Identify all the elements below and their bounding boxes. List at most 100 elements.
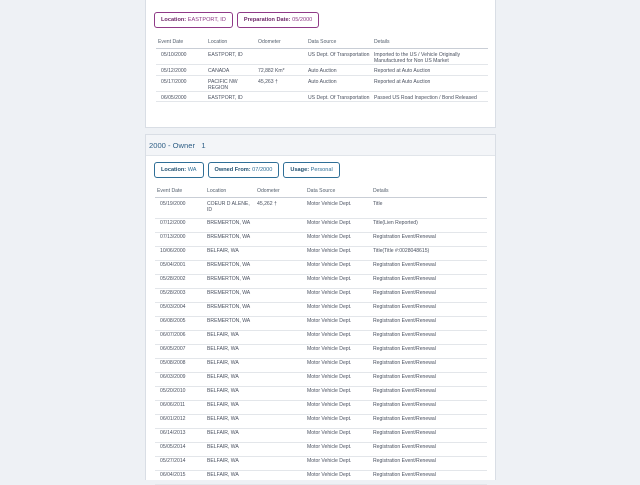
owner-section-title: 2000 - Owner 1 <box>149 141 206 150</box>
table-row: 05/12/2000 CANADA 72,882 Km* Auto Auction Re… <box>156 64 488 76</box>
odometer-cell <box>255 274 305 289</box>
odometer-cell: 45,263 † <box>256 75 306 93</box>
details-cell: Registration Event/Renewal <box>371 414 487 429</box>
details-cell: Registration Event/Renewal <box>371 260 487 275</box>
table-row: 10/06/2000 BELFAIR, WA Motor Vehicle Dept.… <box>155 246 487 261</box>
event-date-cell: 05/17/2000 <box>156 75 206 93</box>
location-cell: CANADA <box>206 64 256 76</box>
col-header-details: Details <box>372 37 488 49</box>
location-cell: BELFAIR, WA <box>205 456 255 471</box>
location-cell: BELFAIR, WA <box>205 330 255 345</box>
table-row: 05/20/2010 BELFAIR, WA Motor Vehicle Dept.… <box>155 386 487 401</box>
data-source-cell: Auto Auction <box>306 75 372 93</box>
table-row: 06/06/2011 BELFAIR, WA Motor Vehicle Dept.… <box>155 400 487 415</box>
event-date-cell: 06/14/2013 <box>155 428 205 443</box>
location-cell: BREMERTON, WA <box>205 232 255 247</box>
table-row: 05/08/2008 BELFAIR, WA Motor Vehicle Dept.… <box>155 358 487 373</box>
details-cell: Title <box>371 197 487 219</box>
location-cell: BREMERTON, WA <box>205 302 255 317</box>
details-cell: Registration Event/Renewal <box>371 274 487 289</box>
col-header-location: Location <box>206 37 256 49</box>
odometer-cell <box>255 288 305 303</box>
table-row: 06/03/2009 BELFAIR, WA Motor Vehicle Dept.… <box>155 372 487 387</box>
odometer-cell <box>255 302 305 317</box>
table-header-row: Event Date Location Odometer Data Source… <box>156 37 488 49</box>
location-cell: EASTPORT, ID <box>206 48 256 66</box>
table-row: 06/08/2005 BREMERTON, WA Motor Vehicle Dep… <box>155 316 487 331</box>
event-date-cell: 05/08/2008 <box>155 358 205 373</box>
odometer-cell <box>255 442 305 457</box>
col-header-event-date: Event Date <box>155 186 205 198</box>
location-cell: BREMERTON, WA <box>205 260 255 275</box>
location-cell: EASTPORT, ID <box>206 91 256 103</box>
odometer-cell <box>255 386 305 401</box>
data-source-cell: Motor Vehicle Dept. <box>305 288 371 303</box>
location-cell: BREMERTON, WA <box>205 288 255 303</box>
event-date-cell: 05/28/2002 <box>155 274 205 289</box>
data-source-cell: US Dept. Of Transportation <box>306 91 372 103</box>
details-cell: Registration Event/Renewal <box>371 456 487 471</box>
table-row: 05/03/2004 BREMERTON, WA Motor Vehicle Dep… <box>155 302 487 317</box>
location-tag: Location: EASTPORT, ID <box>154 12 233 28</box>
table-row: 05/05/2014 BELFAIR, WA Motor Vehicle Dept.… <box>155 442 487 457</box>
table-row: 06/05/2000 EASTPORT, ID US Dept. Of Transp… <box>156 91 488 103</box>
details-cell: Passed US Road Inspection / Bond Release… <box>372 91 488 103</box>
details-cell: Registration Event/Renewal <box>371 232 487 247</box>
odometer-cell <box>255 358 305 373</box>
event-date-cell: 05/04/2001 <box>155 260 205 275</box>
table-row: 05/28/2003 BREMERTON, WA Motor Vehicle Dep… <box>155 288 487 303</box>
data-source-cell: Motor Vehicle Dept. <box>305 386 371 401</box>
table-row: 05/27/2014 BELFAIR, WA Motor Vehicle Dept.… <box>155 456 487 471</box>
event-date-cell: 05/03/2004 <box>155 302 205 317</box>
table-row: 06/05/2007 BELFAIR, WA Motor Vehicle Dept.… <box>155 344 487 359</box>
details-cell: Registration Event/Renewal <box>371 372 487 387</box>
owner-section-header[interactable]: 2000 - Owner 1 <box>146 135 495 156</box>
odometer-cell <box>255 470 305 485</box>
col-header-odometer: Odometer <box>256 37 306 49</box>
odometer-cell <box>255 330 305 345</box>
table-row: 06/01/2012 BELFAIR, WA Motor Vehicle Dept.… <box>155 414 487 429</box>
table-row: 05/19/2000 COEUR D ALENE, ID 45,262 † Motor… <box>155 197 487 219</box>
data-source-cell: Motor Vehicle Dept. <box>305 274 371 289</box>
owner-event-table: Event Date Location Odometer Data Source… <box>155 186 487 485</box>
details-cell: Registration Event/Renewal <box>371 428 487 443</box>
event-date-cell: 06/04/2015 <box>155 470 205 485</box>
event-date-cell: 05/20/2010 <box>155 386 205 401</box>
preparation-event-rows: 05/10/2000 EASTPORT, ID US Dept. Of Transp… <box>156 48 488 103</box>
table-row: 05/28/2002 BREMERTON, WA Motor Vehicle Dep… <box>155 274 487 289</box>
location-cell: BELFAIR, WA <box>205 470 255 485</box>
event-date-cell: 05/12/2000 <box>156 64 206 76</box>
table-row: 05/10/2000 EASTPORT, ID US Dept. Of Transp… <box>156 48 488 66</box>
odometer-cell <box>255 344 305 359</box>
owner-location-tag: Location: WA <box>154 162 204 178</box>
event-date-cell: 07/12/2000 <box>155 218 205 233</box>
data-source-cell: Motor Vehicle Dept. <box>305 400 371 415</box>
event-date-cell: 05/19/2000 <box>155 197 205 219</box>
data-source-cell: Motor Vehicle Dept. <box>305 302 371 317</box>
event-date-cell: 06/07/2006 <box>155 330 205 345</box>
details-cell: Reported at Auto Auction <box>372 64 488 76</box>
odometer-cell <box>255 456 305 471</box>
preparation-tag-group: Location: EASTPORT, ID Preparation Date:… <box>154 12 320 28</box>
location-cell: BELFAIR, WA <box>205 246 255 261</box>
odometer-cell <box>256 48 306 66</box>
event-date-cell: 05/05/2014 <box>155 442 205 457</box>
details-cell: Registration Event/Renewal <box>371 288 487 303</box>
details-cell: Registration Event/Renewal <box>371 358 487 373</box>
event-date-cell: 06/01/2012 <box>155 414 205 429</box>
odometer-cell <box>255 232 305 247</box>
usage-tag: Usage: Personal <box>283 162 340 178</box>
details-cell: Reported at Auto Auction <box>372 75 488 93</box>
location-cell: BELFAIR, WA <box>205 358 255 373</box>
details-cell: Title(Title #:0028048615) <box>371 246 487 261</box>
event-date-cell: 06/05/2000 <box>156 91 206 103</box>
table-header-row: Event Date Location Odometer Data Source… <box>155 186 487 198</box>
location-cell: BELFAIR, WA <box>205 414 255 429</box>
col-header-data-source: Data Source <box>306 37 372 49</box>
location-cell: BREMERTON, WA <box>205 316 255 331</box>
table-row: 05/17/2000 PACIFIC NW REGION 45,263 † Auto … <box>156 75 488 93</box>
details-cell: Registration Event/Renewal <box>371 330 487 345</box>
details-cell: Registration Event/Renewal <box>371 386 487 401</box>
data-source-cell: Motor Vehicle Dept. <box>305 456 371 471</box>
col-header-event-date: Event Date <box>156 37 206 49</box>
